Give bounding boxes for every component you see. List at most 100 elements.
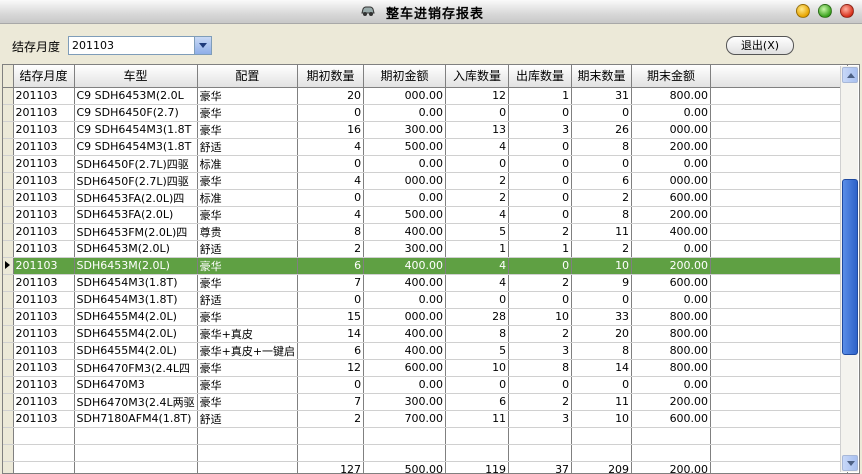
table-cell[interactable] bbox=[571, 444, 633, 462]
table-cell[interactable]: 0 bbox=[508, 257, 573, 275]
table-cell[interactable]: 舒适 bbox=[197, 410, 299, 428]
table-cell[interactable]: 0.00 bbox=[363, 291, 447, 309]
table-cell[interactable]: C9 SDH6454M3(1.8T bbox=[74, 138, 198, 156]
row-indicator[interactable] bbox=[3, 240, 14, 258]
table-cell[interactable]: 舒适 bbox=[197, 291, 299, 309]
table-cell[interactable]: 16 bbox=[297, 121, 365, 139]
table-cell[interactable]: 2 bbox=[445, 172, 510, 190]
table-cell[interactable] bbox=[297, 427, 365, 445]
row-indicator[interactable] bbox=[3, 444, 14, 462]
table-cell[interactable]: 300.00 bbox=[363, 393, 447, 411]
close-button[interactable] bbox=[840, 4, 854, 18]
column-header[interactable]: 入库数量 bbox=[445, 65, 510, 88]
row-indicator[interactable] bbox=[3, 325, 14, 343]
table-cell[interactable]: 700.00 bbox=[363, 410, 447, 428]
table-cell[interactable]: 0.00 bbox=[631, 240, 712, 258]
row-indicator[interactable] bbox=[3, 342, 14, 360]
table-cell[interactable]: 2 bbox=[508, 274, 573, 292]
table-row[interactable]: 201103 SDH6453FA(2.0L) 豪华 4 500.00 4 0 8 200.00 bbox=[3, 206, 849, 224]
table-cell[interactable]: 400.00 bbox=[363, 342, 447, 360]
table-cell[interactable]: 800.00 bbox=[631, 87, 712, 105]
table-cell[interactable]: 201103 bbox=[13, 189, 75, 207]
table-cell[interactable]: 6 bbox=[297, 257, 365, 275]
table-cell[interactable]: 豪华+真皮 bbox=[197, 325, 299, 343]
table-cell[interactable]: 8 bbox=[445, 325, 510, 343]
table-cell[interactable]: 豪华 bbox=[197, 257, 299, 275]
table-cell[interactable] bbox=[13, 444, 75, 462]
table-cell[interactable]: 400.00 bbox=[363, 223, 447, 241]
table-cell[interactable]: 201103 bbox=[13, 104, 75, 122]
table-cell[interactable]: 300.00 bbox=[363, 121, 447, 139]
table-cell[interactable]: 8 bbox=[508, 359, 573, 377]
table-cell[interactable]: 5 bbox=[445, 342, 510, 360]
table-cell[interactable]: 0 bbox=[297, 104, 365, 122]
table-cell[interactable]: 8 bbox=[571, 138, 633, 156]
table-cell[interactable] bbox=[74, 444, 198, 462]
totals-row[interactable]: 127 500.00 119 37 209 200.00 bbox=[3, 460, 849, 473]
table-cell[interactable]: 201103 bbox=[13, 410, 75, 428]
table-cell[interactable] bbox=[363, 444, 447, 462]
table-cell[interactable]: 201103 bbox=[13, 155, 75, 173]
table-cell[interactable] bbox=[13, 460, 75, 473]
table-cell[interactable]: 000.00 bbox=[631, 121, 712, 139]
table-cell[interactable]: 豪华 bbox=[197, 274, 299, 292]
table-cell[interactable]: 7 bbox=[297, 274, 365, 292]
table-cell[interactable]: C9 SDH6453M(2.0L bbox=[74, 87, 198, 105]
minimize-button[interactable] bbox=[796, 4, 810, 18]
table-cell[interactable]: 0 bbox=[445, 155, 510, 173]
table-cell[interactable]: 20 bbox=[571, 325, 633, 343]
table-cell[interactable]: 201103 bbox=[13, 325, 75, 343]
table-cell[interactable]: 豪华 bbox=[197, 87, 299, 105]
table-cell[interactable]: 0 bbox=[445, 104, 510, 122]
table-cell[interactable]: 10 bbox=[445, 359, 510, 377]
table-row[interactable]: 201103 SDH6453FA(2.0L)四 标准 0 0.00 2 0 2 600.00 bbox=[3, 189, 849, 207]
maximize-button[interactable] bbox=[818, 4, 832, 18]
table-cell[interactable]: 0.00 bbox=[631, 376, 712, 394]
table-cell[interactable]: 3 bbox=[508, 121, 573, 139]
table-cell[interactable]: 800.00 bbox=[631, 325, 712, 343]
table-cell[interactable]: 2 bbox=[297, 240, 365, 258]
table-cell[interactable]: 11 bbox=[571, 393, 633, 411]
table-cell[interactable]: 豪华 bbox=[197, 308, 299, 326]
column-header[interactable]: 期初金额 bbox=[363, 65, 447, 88]
table-cell[interactable]: 0 bbox=[571, 291, 633, 309]
table-cell[interactable]: 4 bbox=[445, 138, 510, 156]
table-cell[interactable]: 6 bbox=[445, 393, 510, 411]
table-cell[interactable]: C9 SDH6450F(2.7) bbox=[74, 104, 198, 122]
table-cell[interactable]: 尊贵 bbox=[197, 223, 299, 241]
table-cell[interactable]: 舒适 bbox=[197, 138, 299, 156]
column-header[interactable]: 车型 bbox=[74, 65, 198, 88]
table-cell[interactable]: 8 bbox=[571, 342, 633, 360]
vertical-scrollbar[interactable] bbox=[840, 66, 858, 472]
table-cell[interactable]: 豪华+真皮+一键启 bbox=[197, 342, 299, 360]
table-cell[interactable]: 600.00 bbox=[631, 189, 712, 207]
table-row[interactable]: 201103 SDH6455M4(2.0L) 豪华+真皮 14 400.00 8 2 20 80… bbox=[3, 325, 849, 343]
column-header[interactable]: 配置 bbox=[197, 65, 299, 88]
table-cell[interactable]: 300.00 bbox=[363, 240, 447, 258]
table-cell[interactable]: 2 bbox=[508, 393, 573, 411]
table-cell[interactable]: 201103 bbox=[13, 376, 75, 394]
table-cell[interactable]: 201103 bbox=[13, 274, 75, 292]
scroll-down-icon[interactable] bbox=[842, 455, 858, 471]
row-indicator[interactable] bbox=[3, 274, 14, 292]
table-cell[interactable]: 0 bbox=[297, 155, 365, 173]
table-cell[interactable]: 0 bbox=[297, 376, 365, 394]
table-cell[interactable]: 201103 bbox=[13, 206, 75, 224]
row-indicator[interactable] bbox=[3, 206, 14, 224]
table-row[interactable]: 201103 SDH6453M(2.0L) 舒适 2 300.00 1 1 2 0.00 bbox=[3, 240, 849, 258]
table-cell[interactable]: SDH6470M3(2.4L两驱 bbox=[74, 393, 198, 411]
dropdown-arrow-icon[interactable] bbox=[194, 37, 211, 54]
table-row[interactable]: 201103 SDH6453M(2.0L) 豪华 6 400.00 4 0 10 200.00 bbox=[3, 257, 849, 275]
table-cell[interactable]: 7 bbox=[297, 393, 365, 411]
table-cell[interactable]: 15 bbox=[297, 308, 365, 326]
table-cell[interactable]: 1 bbox=[508, 240, 573, 258]
row-indicator[interactable] bbox=[3, 410, 14, 428]
table-row[interactable]: 201103 SDH6470FM3(2.4L四 豪华 12 600.00 10 8 14 800… bbox=[3, 359, 849, 377]
report-grid[interactable]: 结存月度 车型 配置 期初数量 期初金额 入库数量 出库数量 期末数量 期末金额 201103 C… bbox=[2, 64, 860, 474]
table-cell[interactable]: 26 bbox=[571, 121, 633, 139]
table-cell[interactable]: 201103 bbox=[13, 308, 75, 326]
table-cell[interactable]: C9 SDH6454M3(1.8T bbox=[74, 121, 198, 139]
row-indicator[interactable] bbox=[3, 104, 14, 122]
table-cell[interactable]: 2 bbox=[571, 240, 633, 258]
table-cell[interactable]: 119 bbox=[445, 460, 510, 473]
